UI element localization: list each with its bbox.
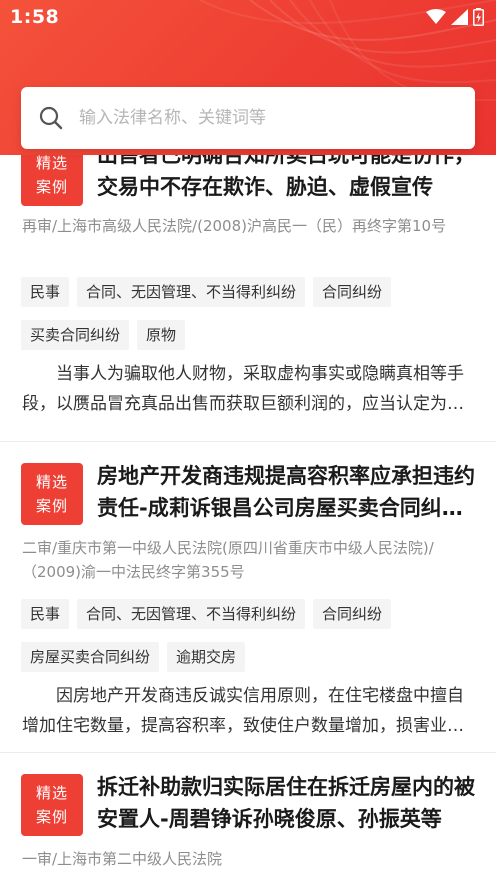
case-title[interactable]: 出售者已明确告知所卖古玩可能是仿作，交易中不存在欺诈、胁迫、虚假宣传 <box>97 155 477 203</box>
featured-badge: 精选 案例 <box>21 774 83 836</box>
badge-line: 案例 <box>35 497 68 515</box>
wifi-icon <box>426 9 446 24</box>
case-title[interactable]: 拆迁补助款归实际居住在拆迁房屋内的被安置人-周碧铮诉孙晓俊原、孙振英等 <box>97 771 477 835</box>
battery-icon <box>473 8 484 26</box>
tag[interactable]: 合同纠纷 <box>313 599 392 629</box>
case-list[interactable]: 精选 案例 出售者已明确告知所卖古玩可能是仿作，交易中不存在欺诈、胁迫、虚假宣传… <box>0 155 496 881</box>
status-time: 1:58 <box>10 6 60 28</box>
tag[interactable]: 民事 <box>21 277 70 307</box>
tag[interactable]: 房屋买卖合同纠纷 <box>21 642 160 672</box>
tag[interactable]: 逾期交房 <box>167 642 246 672</box>
tag-group: 民事 合同、无因管理、不当得利纠纷 合同纠纷 房屋买卖合同纠纷 逾期交房 <box>21 599 481 685</box>
featured-badge: 精选 案例 <box>21 155 83 206</box>
badge-line: 精选 <box>35 784 68 802</box>
case-item[interactable]: 精选 案例 房地产开发商违规提高容积率应承担违约责任-成莉诉银昌公司房屋买卖合同… <box>0 463 496 752</box>
signal-icon <box>451 9 468 25</box>
tag[interactable]: 合同、无因管理、不当得利纠纷 <box>77 277 306 307</box>
search-bar[interactable] <box>21 87 475 149</box>
tag[interactable]: 民事 <box>21 599 70 629</box>
featured-badge: 精选 案例 <box>21 463 83 525</box>
status-bar: 1:58 <box>0 0 496 34</box>
case-source: 一审/上海市第二中级人民法院 <box>22 850 223 868</box>
tag[interactable]: 合同纠纷 <box>313 277 392 307</box>
case-source: 再审/上海市高级人民法院/(2008)沪高民一（民）再终字第10号 <box>22 217 447 235</box>
case-item[interactable]: 精选 案例 出售者已明确告知所卖古玩可能是仿作，交易中不存在欺诈、胁迫、虚假宣传… <box>0 155 496 441</box>
case-item[interactable]: 精选 案例 拆迁补助款归实际居住在拆迁房屋内的被安置人-周碧铮诉孙晓俊原、孙振英… <box>0 774 496 881</box>
case-summary: 当事人为骗取他人财物，采取虚构事实或隐瞒真相等手段，以赝品冒充真品出售而获取巨额… <box>22 364 464 414</box>
search-input[interactable] <box>79 108 439 128</box>
badge-line: 精选 <box>35 473 68 491</box>
case-summary: 因房地产开发商违反诚实信用原则，在住宅楼盘中擅自增加住宅数量，提高容积率，致使住… <box>22 686 464 736</box>
badge-line: 精选 <box>35 155 68 172</box>
case-source: 二审/重庆市第一中级人民法院(原四川省重庆市中级人民法院)/（2009)渝一中法… <box>22 539 434 581</box>
case-title[interactable]: 房地产开发商违规提高容积率应承担违约责任-成莉诉银昌公司房屋买卖合同纠纷案 <box>97 460 477 524</box>
tag-group: 民事 合同、无因管理、不当得利纠纷 合同纠纷 买卖合同纠纷 原物 <box>21 277 481 363</box>
badge-line: 案例 <box>35 808 68 826</box>
badge-line: 案例 <box>35 178 68 196</box>
search-icon <box>39 106 63 130</box>
divider <box>0 752 496 753</box>
tag[interactable]: 原物 <box>137 320 186 350</box>
tag[interactable]: 合同、无因管理、不当得利纠纷 <box>77 599 306 629</box>
tag[interactable]: 买卖合同纠纷 <box>21 320 130 350</box>
divider <box>0 441 496 442</box>
